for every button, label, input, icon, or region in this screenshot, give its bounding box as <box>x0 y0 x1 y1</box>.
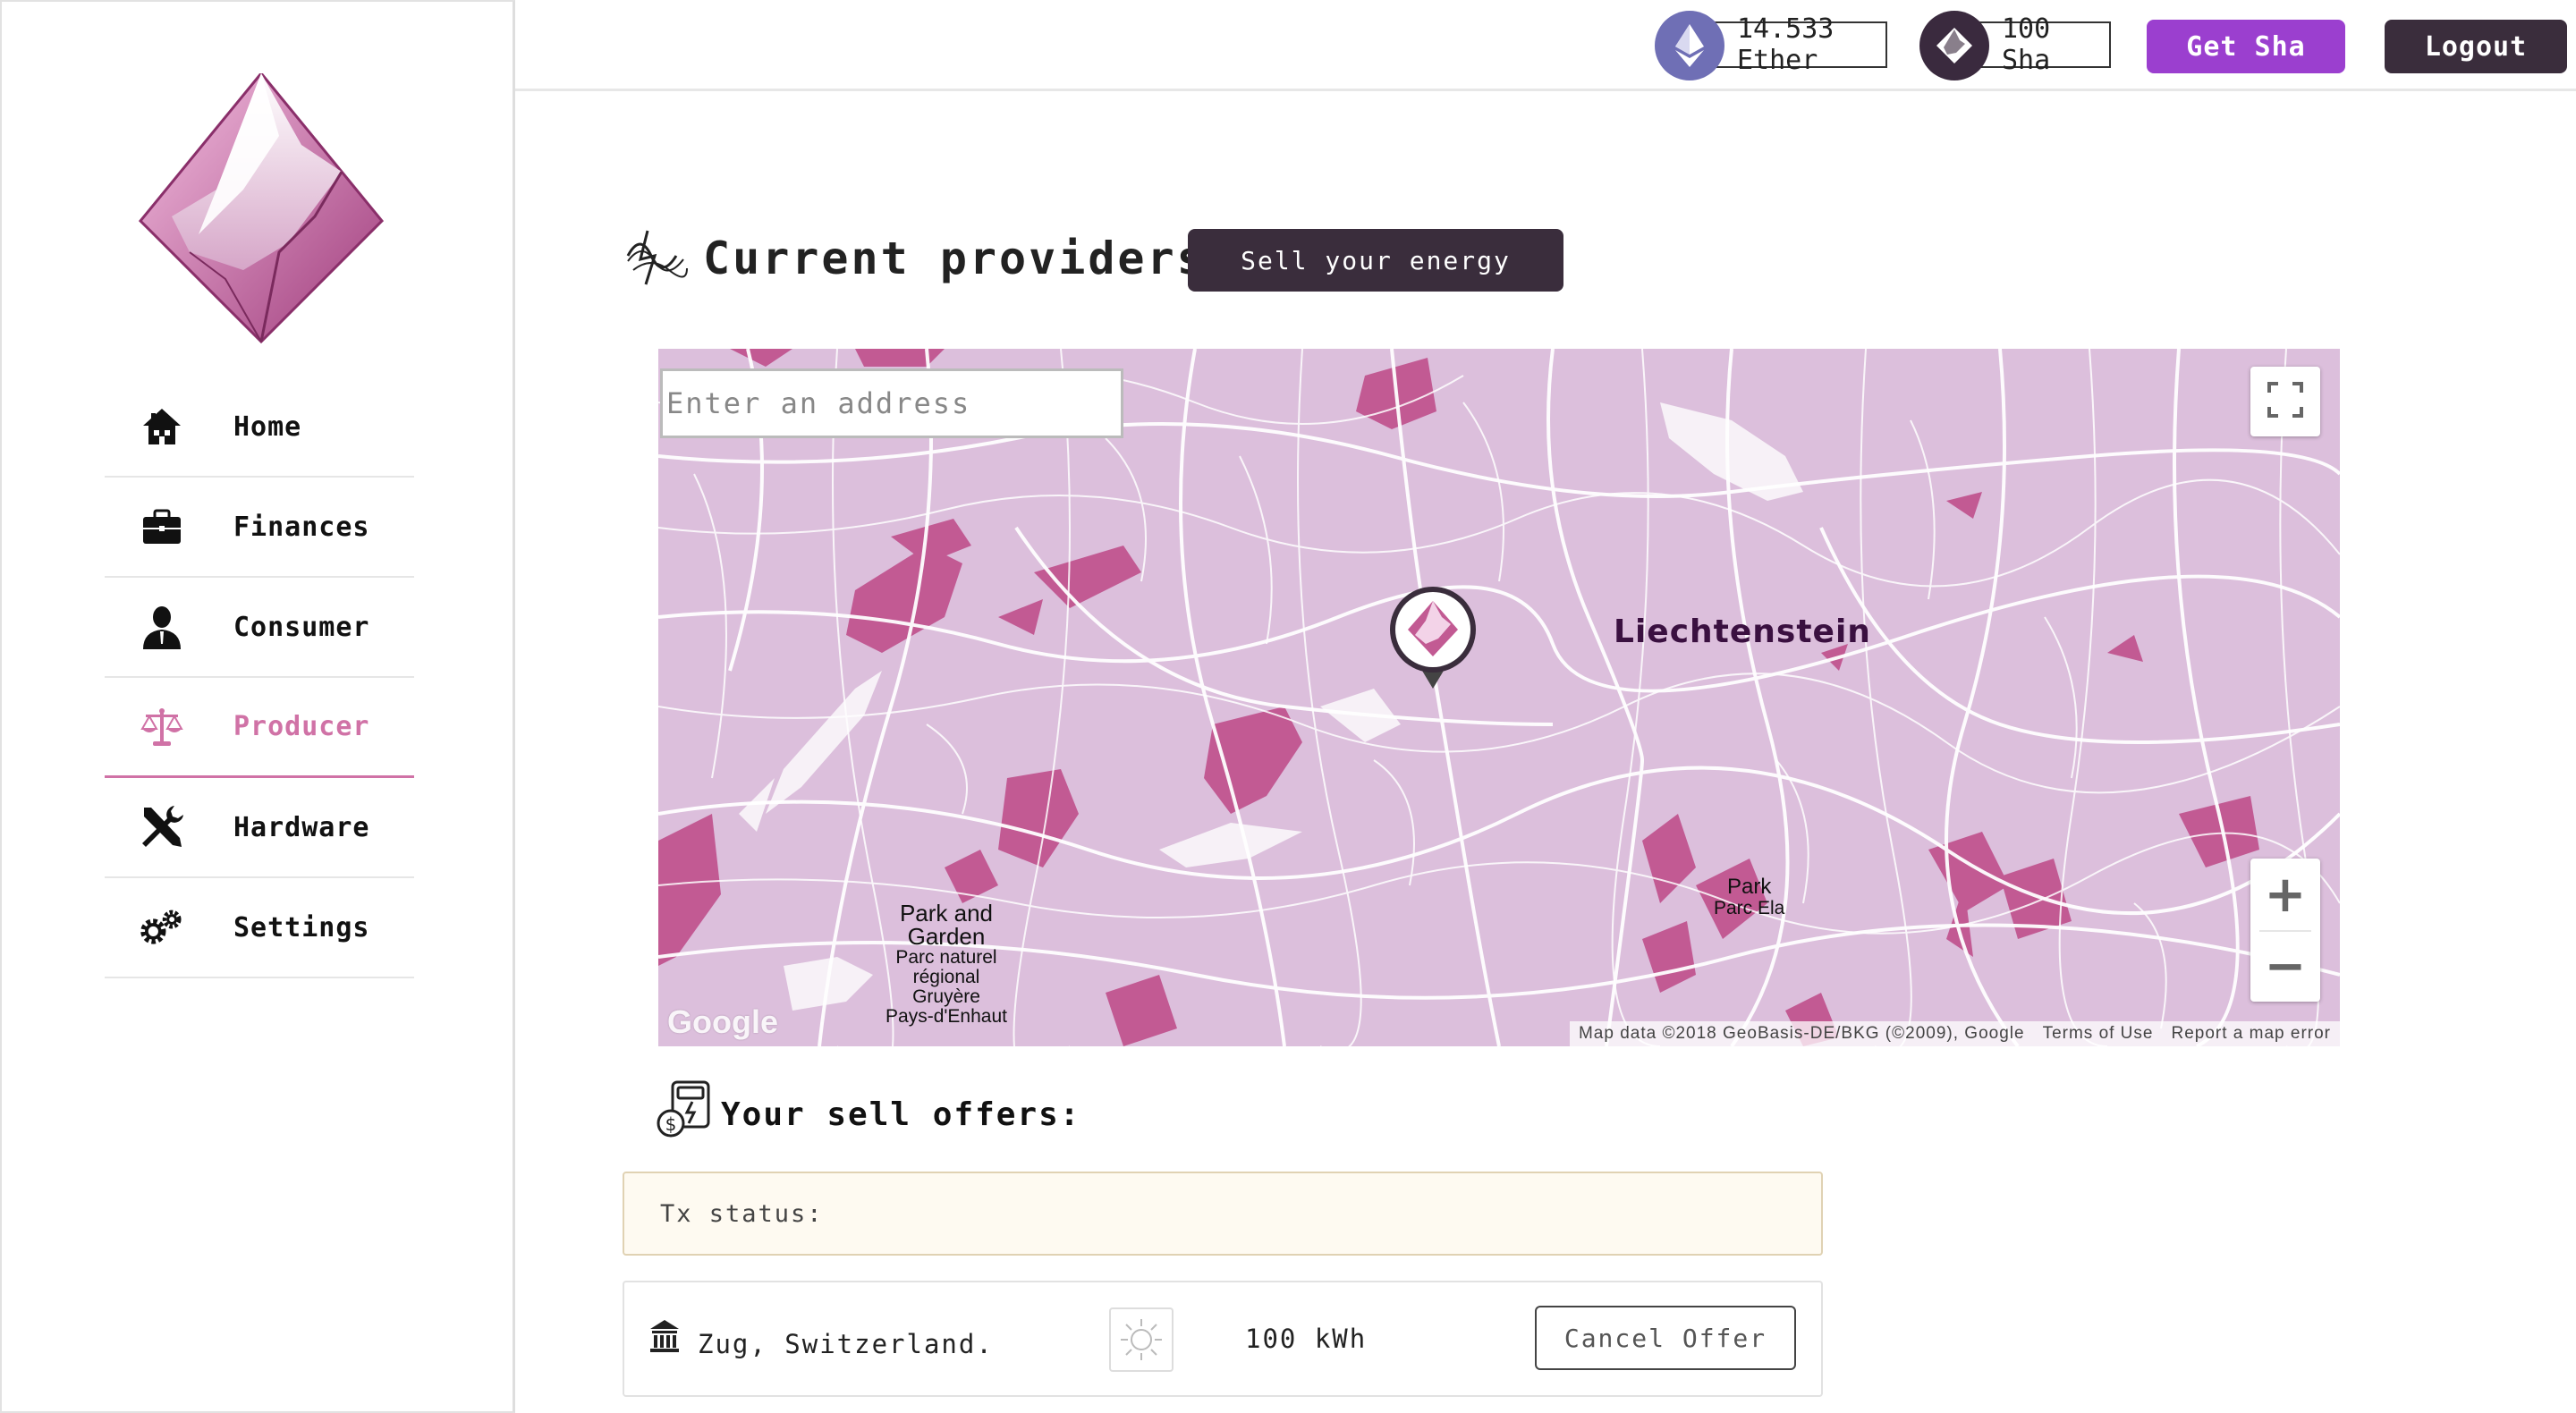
ethereum-icon <box>1655 11 1724 80</box>
google-logo: Google <box>667 1003 778 1040</box>
park-subtitle-2: régional <box>912 967 980 987</box>
sidebar-item-producer[interactable]: Producer <box>105 678 414 778</box>
park-subtitle-1: Parc naturel <box>895 947 997 968</box>
address-search-input[interactable] <box>660 368 1123 438</box>
offer-amount: 100 kWh <box>1245 1324 1368 1354</box>
zoom-out-button[interactable]: − <box>2250 930 2320 1002</box>
park-title: Park and Garden <box>899 900 994 950</box>
person-icon <box>139 604 185 650</box>
app-logo <box>136 71 386 351</box>
plus-icon: + <box>2264 865 2307 924</box>
tools-icon <box>139 804 185 850</box>
fullscreen-icon <box>2267 382 2303 421</box>
ether-balance: 14.533 Ether <box>1655 11 1887 80</box>
park-subtitle: Parc Ela <box>1714 898 1785 918</box>
sidebar-item-settings[interactable]: Settings <box>105 878 414 978</box>
sidebar-item-label: Producer <box>233 711 370 742</box>
sidebar-item-hardware[interactable]: Hardware <box>105 778 414 878</box>
sidebar-nav: Home Finances Consumer Producer Hardware <box>105 377 414 978</box>
cancel-offer-button[interactable]: Cancel Offer <box>1535 1306 1796 1370</box>
sha-balance-value: 100 Sha <box>2002 13 2051 76</box>
zoom-in-button[interactable]: + <box>2250 859 2320 930</box>
park-title: Park <box>1727 875 1772 899</box>
scales-icon <box>139 704 185 750</box>
sidebar-item-label: Hardware <box>233 811 370 843</box>
briefcase-icon <box>139 503 185 550</box>
sell-offers-title: Your sell offers: <box>721 1096 1081 1133</box>
zoom-controls: + − <box>2250 859 2320 1002</box>
gears-icon <box>139 904 185 951</box>
park-subtitle-4: Pays-d'Enhaut <box>886 1006 1007 1027</box>
providers-map[interactable]: Liechtenstein Park and Garden Parc natur… <box>658 349 2340 1046</box>
sha-balance: 100 Sha <box>1919 11 2111 80</box>
map-label-parc-ela: Park Parc Ela <box>1714 876 1784 919</box>
sha-token-icon <box>1919 11 1989 80</box>
sell-offer-row: Zug, Switzerland. 100 kWh Cancel Offer <box>623 1281 1823 1397</box>
sidebar-item-label: Finances <box>233 511 370 543</box>
sidebar-item-home[interactable]: Home <box>105 377 414 478</box>
sidebar-item-finances[interactable]: Finances <box>105 478 414 578</box>
tx-status-label: Tx status: <box>660 1199 824 1228</box>
park-subtitle-3: Gruyère <box>912 986 980 1007</box>
provider-map-marker[interactable] <box>1386 585 1479 696</box>
logout-button[interactable]: Logout <box>2385 20 2567 73</box>
money-energy-icon: $ <box>657 1080 712 1138</box>
map-attribution: Map data ©2018 GeoBasis-DE/BKG (©2009), … <box>1569 1021 2340 1046</box>
minus-icon: − <box>2264 936 2307 995</box>
sidebar: Home Finances Consumer Producer Hardware <box>0 0 515 1413</box>
map-label-park-gruyere: Park and Garden Parc naturel régional Gr… <box>884 901 1009 1027</box>
top-bar: 14.533 Ether 100 Sha Get Sha Logout <box>515 0 2576 91</box>
bank-icon <box>649 1318 680 1354</box>
report-map-error-link[interactable]: Report a map error <box>2171 1024 2331 1044</box>
sidebar-item-label: Consumer <box>233 611 370 643</box>
get-sha-button[interactable]: Get Sha <box>2147 20 2345 73</box>
energy-wave-icon <box>624 229 689 286</box>
terms-of-use-link[interactable]: Terms of Use <box>2043 1024 2154 1044</box>
tx-status-panel: Tx status: <box>623 1172 1823 1256</box>
map-label-liechtenstein: Liechtenstein <box>1614 613 1871 650</box>
page-title: Current providers <box>703 233 1207 284</box>
svg-text:$: $ <box>665 1113 677 1135</box>
fullscreen-button[interactable] <box>2250 367 2320 436</box>
sidebar-item-consumer[interactable]: Consumer <box>105 578 414 678</box>
offer-location: Zug, Switzerland. <box>698 1329 994 1359</box>
sell-energy-button[interactable]: Sell your energy <box>1188 229 1563 292</box>
ether-balance-value: 14.533 Ether <box>1737 13 1835 76</box>
sidebar-item-label: Settings <box>233 911 370 943</box>
sun-icon <box>1109 1307 1174 1372</box>
sidebar-item-label: Home <box>233 410 302 443</box>
map-data-credit: Map data ©2018 GeoBasis-DE/BKG (©2009), … <box>1578 1024 2025 1043</box>
house-icon <box>139 403 185 450</box>
